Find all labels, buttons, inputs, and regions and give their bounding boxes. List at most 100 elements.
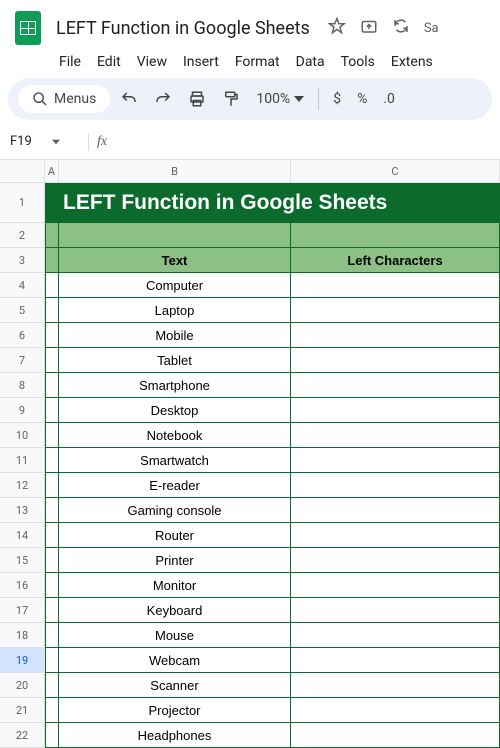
column-header-c[interactable]: C xyxy=(291,160,500,183)
cell-leftchars[interactable] xyxy=(291,373,500,398)
cell-leftchars[interactable] xyxy=(291,323,500,348)
cell-text[interactable]: Laptop xyxy=(59,298,291,323)
row-header[interactable]: 13 xyxy=(0,498,45,523)
row-header[interactable]: 4 xyxy=(0,273,45,298)
menu-search[interactable]: Menus xyxy=(18,85,110,113)
cloud-status-icon[interactable] xyxy=(392,17,410,39)
cell-leftchars[interactable] xyxy=(291,623,500,648)
cell-text[interactable]: Desktop xyxy=(59,398,291,423)
table-row[interactable]: Mobile xyxy=(45,323,500,348)
cell-text[interactable]: Printer xyxy=(59,548,291,573)
cell-leftchars[interactable] xyxy=(291,473,500,498)
table-row[interactable]: Headphones xyxy=(45,723,500,748)
cell[interactable] xyxy=(45,573,59,598)
row-header[interactable]: 6 xyxy=(0,323,45,348)
star-icon[interactable] xyxy=(328,17,346,39)
percent-button[interactable]: % xyxy=(351,91,373,107)
cell-text[interactable]: Computer xyxy=(59,273,291,298)
cell[interactable] xyxy=(45,473,59,498)
table-row[interactable]: E-reader xyxy=(45,473,500,498)
cell-text[interactable]: Mouse xyxy=(59,623,291,648)
cell-leftchars[interactable] xyxy=(291,648,500,673)
table-row[interactable]: Smartwatch xyxy=(45,448,500,473)
table-row[interactable]: Gaming console xyxy=(45,498,500,523)
table-row[interactable]: Printer xyxy=(45,548,500,573)
cell[interactable] xyxy=(45,648,59,673)
document-title[interactable]: LEFT Function in Google Sheets xyxy=(56,18,310,39)
row-header[interactable]: 12 xyxy=(0,473,45,498)
cell[interactable] xyxy=(45,523,59,548)
table-row[interactable]: Tablet xyxy=(45,348,500,373)
row-header[interactable]: 18 xyxy=(0,623,45,648)
cell[interactable] xyxy=(45,273,59,298)
menu-format[interactable]: Format xyxy=(228,52,287,72)
table-row[interactable]: Smartphone xyxy=(45,373,500,398)
table-row[interactable]: Computer xyxy=(45,273,500,298)
cell-text[interactable]: Mobile xyxy=(59,323,291,348)
table-row[interactable]: Laptop xyxy=(45,298,500,323)
menu-view[interactable]: View xyxy=(130,52,174,72)
column-leftchars-header[interactable]: Left Characters xyxy=(291,248,500,273)
cell-text[interactable]: Notebook xyxy=(59,423,291,448)
menu-file[interactable]: File xyxy=(52,52,88,72)
cell-leftchars[interactable] xyxy=(291,598,500,623)
row-header[interactable]: 11 xyxy=(0,448,45,473)
banner-row[interactable]: LEFT Function in Google Sheets xyxy=(45,183,500,223)
paint-format-button[interactable] xyxy=(216,84,246,114)
cell[interactable] xyxy=(59,223,291,248)
cell-text[interactable]: Tablet xyxy=(59,348,291,373)
cell-text[interactable]: Gaming console xyxy=(59,498,291,523)
table-row[interactable]: Mouse xyxy=(45,623,500,648)
cell[interactable] xyxy=(45,348,59,373)
redo-button[interactable] xyxy=(148,84,178,114)
menu-insert[interactable]: Insert xyxy=(176,52,226,72)
cell[interactable] xyxy=(45,548,59,573)
row-header[interactable]: 17 xyxy=(0,598,45,623)
cell-text[interactable]: Smartphone xyxy=(59,373,291,398)
menu-data[interactable]: Data xyxy=(289,52,332,72)
table-row[interactable]: Router xyxy=(45,523,500,548)
table-row[interactable]: Scanner xyxy=(45,673,500,698)
row-header[interactable]: 16 xyxy=(0,573,45,598)
cell-text[interactable]: Scanner xyxy=(59,673,291,698)
cell-leftchars[interactable] xyxy=(291,723,500,748)
cell[interactable] xyxy=(45,298,59,323)
row-header[interactable]: 1 xyxy=(0,183,45,223)
cell-leftchars[interactable] xyxy=(291,398,500,423)
column-header-a[interactable]: A xyxy=(45,160,59,183)
sheets-logo[interactable] xyxy=(8,8,48,48)
cell-text[interactable]: Headphones xyxy=(59,723,291,748)
table-row[interactable]: Webcam xyxy=(45,648,500,673)
menu-tools[interactable]: Tools xyxy=(334,52,382,72)
table-row[interactable]: Keyboard xyxy=(45,598,500,623)
spacer-row[interactable] xyxy=(45,223,500,248)
move-icon[interactable] xyxy=(360,17,378,39)
row-header[interactable]: 15 xyxy=(0,548,45,573)
cell-leftchars[interactable] xyxy=(291,348,500,373)
table-row[interactable]: Desktop xyxy=(45,398,500,423)
row-header[interactable]: 19 xyxy=(0,648,45,673)
decrease-decimal-button[interactable]: .0 xyxy=(377,91,401,107)
name-box[interactable]: F19 xyxy=(0,132,80,151)
cell-leftchars[interactable] xyxy=(291,523,500,548)
table-header-row[interactable]: Text Left Characters xyxy=(45,248,500,273)
row-header[interactable]: 9 xyxy=(0,398,45,423)
currency-button[interactable]: $ xyxy=(327,91,347,107)
cell-leftchars[interactable] xyxy=(291,673,500,698)
cell[interactable] xyxy=(45,498,59,523)
cell[interactable] xyxy=(45,248,59,273)
cell-leftchars[interactable] xyxy=(291,448,500,473)
row-header[interactable]: 3 xyxy=(0,248,45,273)
cell[interactable] xyxy=(45,598,59,623)
cell-text[interactable]: Router xyxy=(59,523,291,548)
row-header[interactable]: 7 xyxy=(0,348,45,373)
cell[interactable] xyxy=(45,323,59,348)
cell[interactable] xyxy=(45,623,59,648)
table-row[interactable]: Monitor xyxy=(45,573,500,598)
menu-extensions[interactable]: Extens xyxy=(384,52,440,72)
cell-text[interactable]: Smartwatch xyxy=(59,448,291,473)
menu-edit[interactable]: Edit xyxy=(90,52,128,72)
cell-text[interactable]: E-reader xyxy=(59,473,291,498)
column-header-b[interactable]: B xyxy=(59,160,291,183)
cell[interactable] xyxy=(45,373,59,398)
